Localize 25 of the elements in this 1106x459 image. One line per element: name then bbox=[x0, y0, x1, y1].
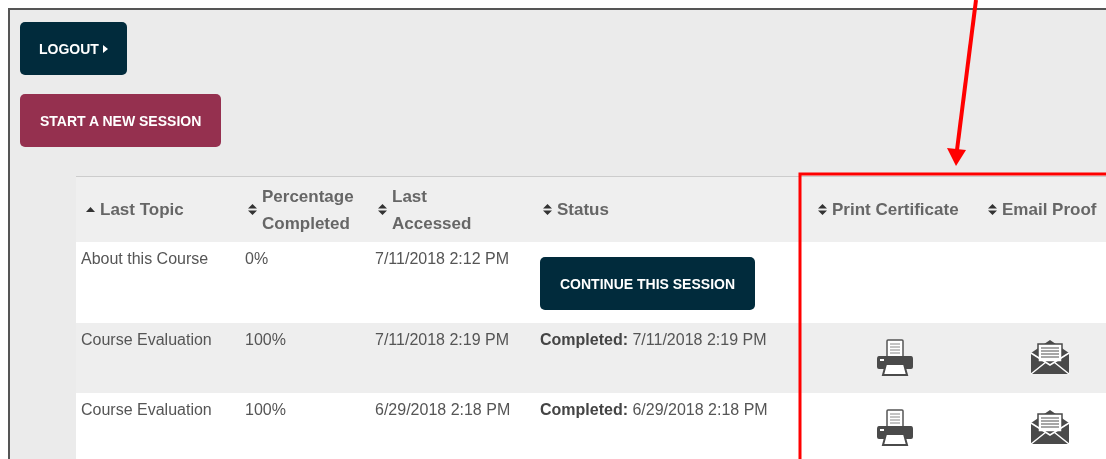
status-text: Completed: 7/11/2018 2:19 PM bbox=[540, 331, 767, 348]
table-cell: 7/11/2018 2:19 PM bbox=[375, 331, 510, 348]
column-header[interactable]: Last Accessed bbox=[370, 177, 535, 242]
caret-icon bbox=[102, 44, 108, 53]
status-text: Completed: 6/29/2018 2:18 PM bbox=[540, 401, 768, 418]
printer-icon[interactable] bbox=[876, 339, 914, 377]
printer-icon[interactable] bbox=[876, 409, 914, 447]
envelope-icon[interactable] bbox=[1030, 409, 1070, 445]
start-session-button[interactable]: START A NEW SESSION bbox=[20, 94, 222, 147]
table-cell: 7/11/2018 2:12 PM bbox=[375, 250, 510, 267]
column-header[interactable]: Percentage Completed bbox=[240, 177, 370, 242]
table-cell: 6/29/2018 2:18 PM bbox=[375, 401, 511, 418]
table-cell: 100% bbox=[245, 331, 286, 348]
table-cell: Course Evaluation bbox=[81, 401, 212, 418]
column-header[interactable]: Status bbox=[535, 177, 810, 242]
column-header[interactable]: Last Topic bbox=[76, 177, 240, 242]
table-cell: 100% bbox=[245, 401, 286, 418]
table-cell: About this Course bbox=[81, 250, 209, 267]
logout-button[interactable]: LOGOUT bbox=[20, 22, 127, 75]
table-cell: Course Evaluation bbox=[81, 331, 212, 348]
table-cell: 0% bbox=[245, 250, 269, 267]
column-header[interactable]: Print Certificate bbox=[810, 177, 980, 242]
continue-session-button[interactable]: CONTINUE THIS SESSION bbox=[540, 257, 756, 310]
envelope-icon[interactable] bbox=[1030, 339, 1070, 375]
column-header[interactable]: Email Proof bbox=[980, 177, 1106, 242]
